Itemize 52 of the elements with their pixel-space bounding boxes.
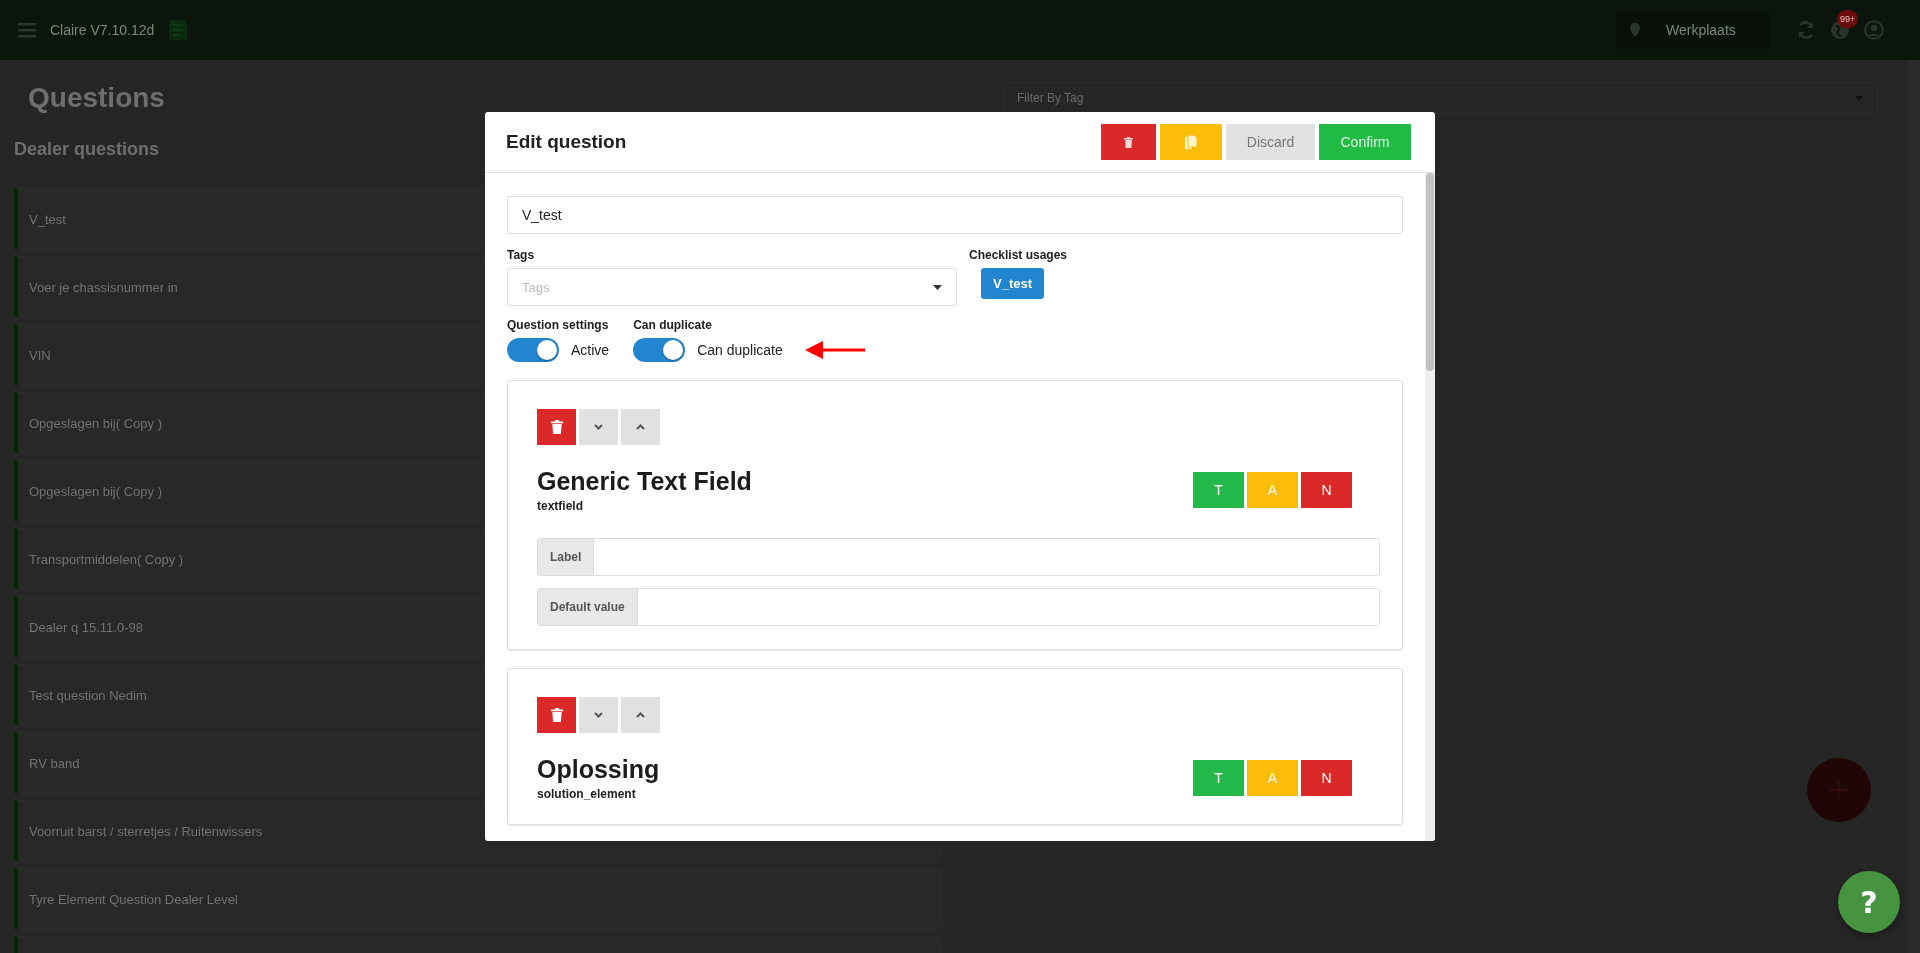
copy-icon [1185,135,1197,149]
element-type: textfield [537,499,584,513]
dialog-title: Edit question [506,131,627,153]
user-icon[interactable] [1864,20,1884,40]
toggle-switch[interactable] [633,338,686,362]
caret-icon [933,284,942,290]
toggle-label: Can duplicate [697,342,783,358]
discard-button[interactable]: Discard [1226,124,1315,160]
confirm-button[interactable]: Confirm [1319,124,1411,160]
toggle-label: Active [571,342,610,358]
chevron-up-icon [636,712,645,718]
chevron-down-icon [594,424,603,430]
move-up-button[interactable] [621,697,660,733]
delete-button[interactable] [537,409,576,445]
pin-icon [1630,23,1640,37]
arrow-annotation [804,341,865,359]
page-title: Questions [27,81,165,115]
option-button[interactable]: T [1193,472,1244,508]
location-selector[interactable]: Werkplaats [1616,11,1770,49]
move-up-button[interactable] [621,409,660,445]
menu-icon[interactable] [18,22,36,38]
app-title: Claire V7.10.12d [50,22,155,38]
copy-button[interactable] [1160,124,1222,160]
notification-badge: 99+ [1837,10,1859,28]
question-item[interactable]: Tyre Element Question Dealer Level [14,868,941,930]
trash-icon [550,420,563,434]
tags-dropdown[interactable]: Tags [507,268,957,306]
trash-icon [1124,136,1133,148]
scrollbar-thumb[interactable] [1426,173,1434,371]
chevron-down-icon [594,712,603,718]
question-name-field[interactable]: V_test [507,196,1403,234]
page-scrollbar[interactable] [1908,60,1920,953]
toggle-switch[interactable] [507,338,559,362]
delete-button[interactable] [1101,124,1156,160]
section-title: Dealer questions [14,138,160,161]
trash-icon [550,708,563,722]
checklist-usages-label: Checklist usages [969,248,1068,262]
checklist-chip[interactable]: V_test [981,268,1045,299]
labeled-input-field[interactable]: Default value [537,588,1380,626]
delete-button[interactable] [537,697,576,733]
refresh-icon[interactable] [1796,20,1816,40]
option-button[interactable]: T [1193,760,1244,796]
chevron-up-icon [636,424,645,430]
sheet-icon[interactable] [168,19,189,41]
labeled-input-field[interactable]: Label [537,538,1380,576]
option-button[interactable]: A [1247,760,1298,796]
element-title: Generic Text Field [537,467,752,496]
option-button[interactable]: N [1301,472,1352,508]
help-button[interactable]: ? [1838,871,1900,933]
element-title: Oplossing [537,755,660,784]
option-button[interactable]: A [1247,472,1298,508]
option-button[interactable]: N [1301,760,1352,796]
